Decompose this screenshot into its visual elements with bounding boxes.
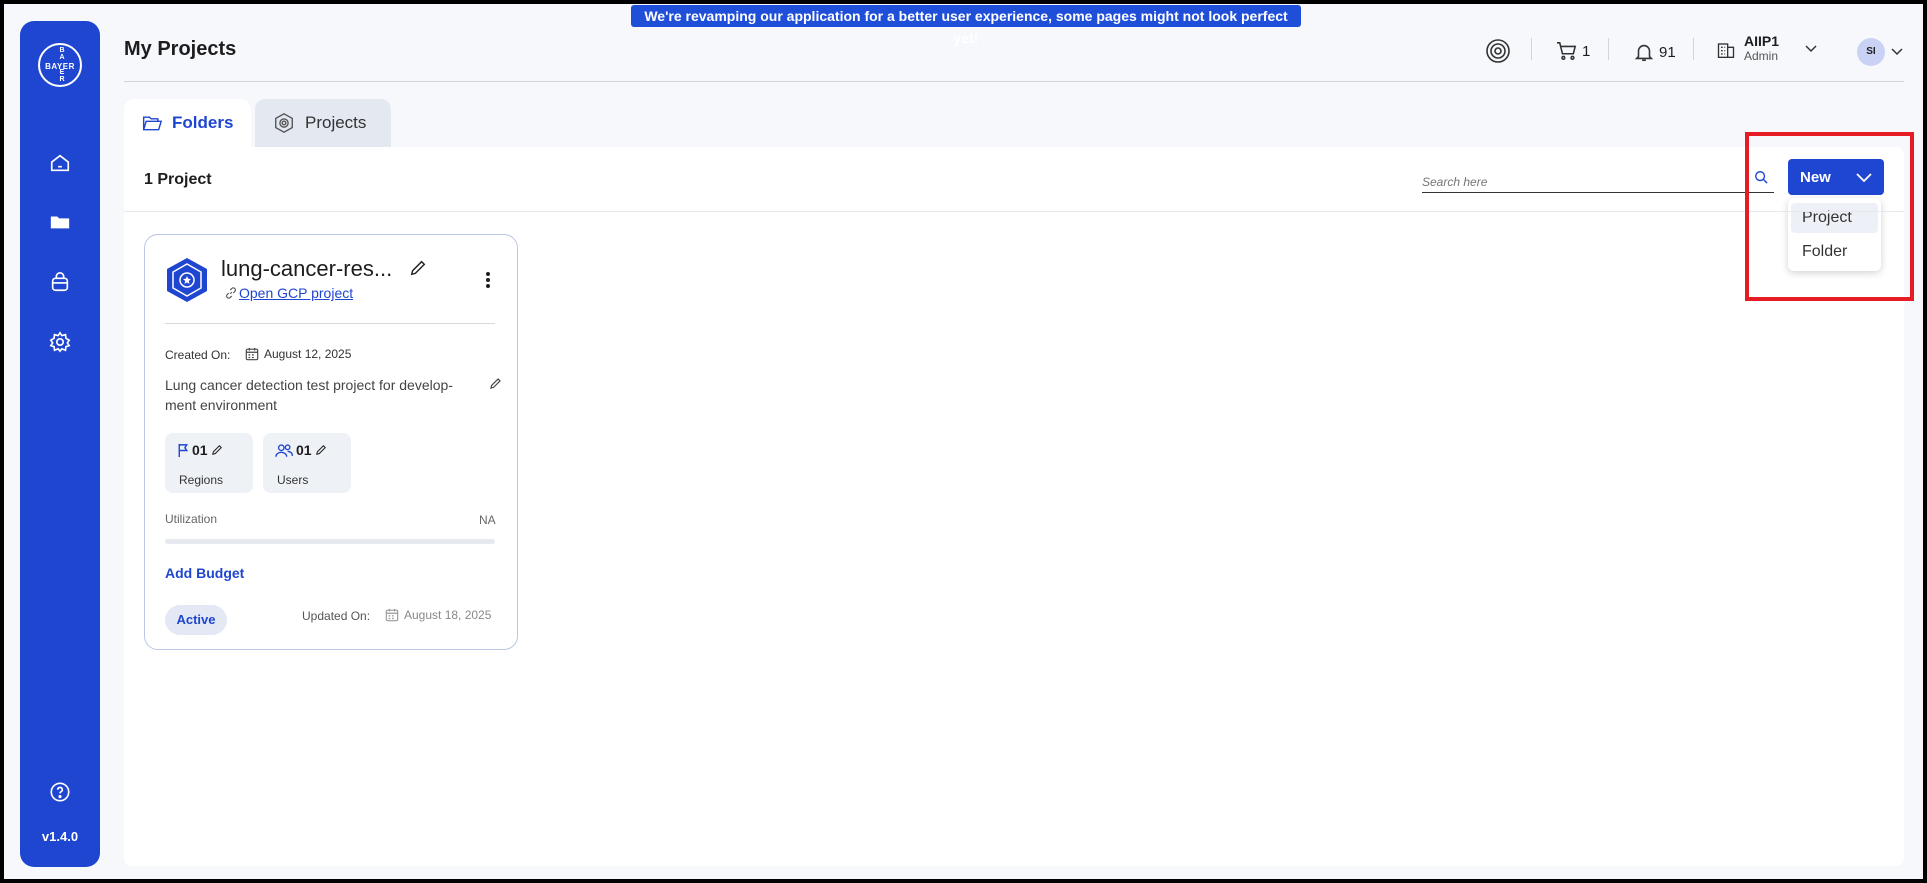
more-vertical-icon[interactable]: [485, 271, 491, 289]
created-date: August 12, 2025: [245, 347, 351, 361]
notifications-button[interactable]: 91: [1633, 41, 1676, 63]
regions-label: Regions: [179, 473, 224, 487]
project-card[interactable]: lung-cancer-res... Open GCP project Crea…: [144, 234, 518, 650]
pencil-icon[interactable]: [315, 444, 327, 456]
help-icon: [50, 782, 70, 802]
sidebar-item-settings[interactable]: [47, 329, 73, 355]
tab-folders[interactable]: Folders: [124, 99, 251, 147]
marketplace-button[interactable]: [1485, 38, 1511, 64]
updated-date: August 18, 2025: [385, 608, 491, 622]
sidebar: B A E R BAYER v1.4.0: [20, 21, 100, 867]
open-gcp-link[interactable]: Open GCP project: [225, 285, 353, 301]
utilization-label: Utilization: [165, 512, 218, 526]
sidebar-item-home[interactable]: [47, 150, 73, 176]
calendar-icon: [245, 347, 259, 361]
hexagon-chip-icon: [1486, 39, 1510, 63]
users-label: Users: [277, 473, 309, 487]
sidebar-item-store[interactable]: [47, 269, 73, 295]
org-name: AIIP1: [1744, 33, 1780, 49]
tab-label: Projects: [305, 113, 367, 132]
users-count: 01: [296, 442, 312, 458]
bag-icon: [51, 272, 69, 292]
link-icon: [226, 287, 236, 299]
regions-count: 01: [192, 442, 208, 458]
folder-icon: [50, 216, 70, 229]
folder-open-icon: [142, 116, 162, 131]
flag-icon: [178, 443, 189, 457]
cart-button[interactable]: 1: [1556, 41, 1590, 61]
created-label: Created On:: [165, 348, 231, 362]
user-role: Admin: [1744, 49, 1779, 63]
utilization-value: NA: [479, 513, 496, 527]
cart-count: 1: [1582, 42, 1591, 60]
status-badge: Active: [165, 605, 227, 635]
project-description: Lung cancer detection test project for d…: [165, 377, 453, 413]
building-icon: [1717, 42, 1735, 58]
pencil-icon[interactable]: [409, 259, 427, 277]
header-divider: [124, 81, 1904, 82]
sidebar-item-folders[interactable]: [47, 209, 73, 235]
help-button[interactable]: [47, 779, 73, 805]
regions-stat: 01 Regions: [165, 433, 253, 493]
updated-label: Updated On:: [302, 609, 371, 623]
announcement-banner: We're revamping our application for a be…: [631, 5, 1301, 46]
project-title: lung-cancer-res...: [221, 256, 393, 281]
notification-count: 91: [1659, 43, 1676, 61]
avatar[interactable]: SI: [1857, 38, 1885, 66]
panel-divider: [124, 211, 1904, 212]
logo-horizontal-text: BAYER: [45, 62, 75, 71]
chevron-down-icon[interactable]: [1891, 48, 1903, 56]
app-window: We're revamping our application for a be…: [4, 4, 1923, 879]
cart-icon: [1557, 42, 1577, 60]
utilization-bar: [165, 539, 495, 544]
tab-label: Folders: [172, 113, 234, 132]
app-version: v1.4.0: [41, 829, 79, 844]
annotation-highlight-box: [1745, 132, 1914, 301]
org-selector[interactable]: AIIP1 Admin: [1716, 34, 1817, 63]
project-count: 1 Project: [144, 171, 212, 188]
bayer-logo[interactable]: B A E R BAYER: [38, 43, 82, 87]
users-icon: [275, 443, 293, 457]
page-title: My Projects: [124, 38, 237, 60]
bell-icon: [1634, 44, 1654, 62]
search-input[interactable]: [1422, 171, 1774, 193]
users-stat: 01 Users: [263, 433, 351, 493]
projects-panel: 1 Project New Project Folder lung-cancer…: [124, 147, 1904, 866]
link-label: Open GCP project: [239, 285, 354, 301]
hexagon-chip-icon: [275, 113, 293, 133]
add-budget-link[interactable]: Add Budget: [165, 565, 244, 581]
card-divider: [165, 323, 495, 324]
chevron-down-icon: [1805, 44, 1817, 52]
home-icon: [50, 154, 70, 172]
pencil-icon[interactable]: [489, 377, 502, 390]
project-hexagon-icon: [167, 258, 207, 302]
calendar-icon: [385, 608, 399, 622]
gear-icon: [49, 331, 71, 353]
tab-projects[interactable]: Projects: [255, 99, 391, 147]
pencil-icon[interactable]: [211, 444, 223, 456]
